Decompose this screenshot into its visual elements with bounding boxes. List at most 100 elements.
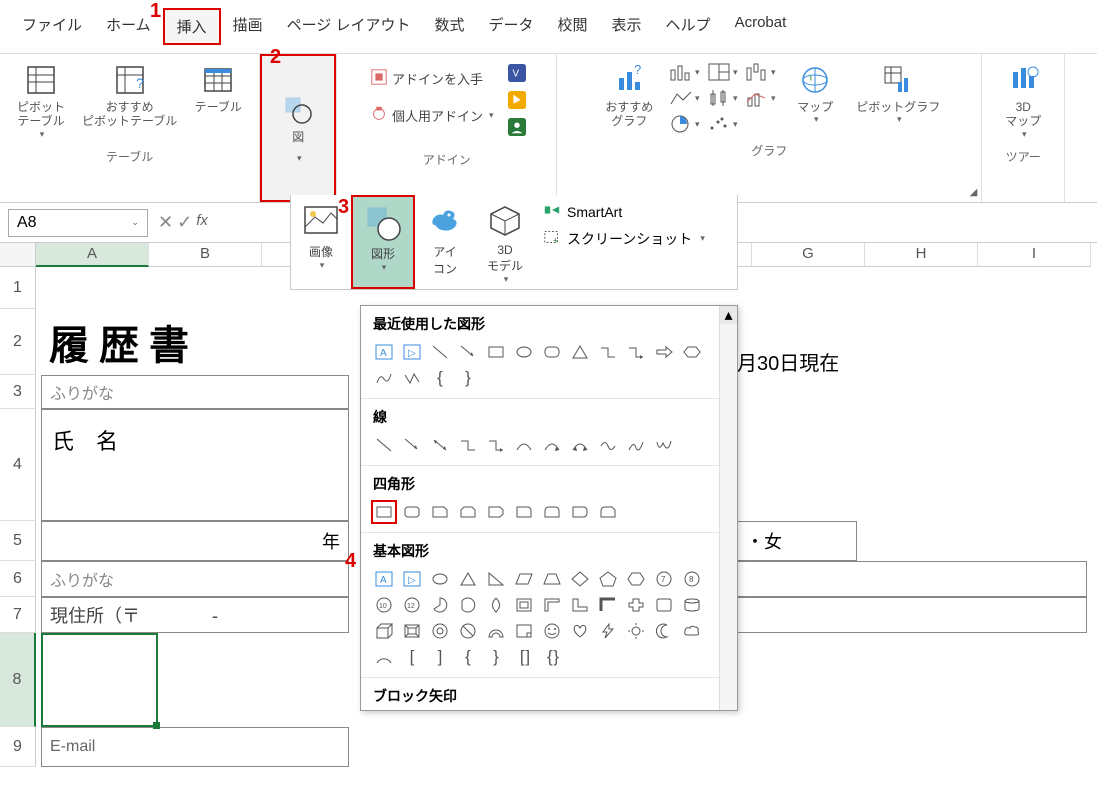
shape-hexagon[interactable]	[679, 340, 705, 364]
shape-b-cloud[interactable]	[679, 619, 705, 643]
shape-b-diag[interactable]	[595, 593, 621, 617]
line-chart-button[interactable]: ▾	[668, 86, 700, 110]
shape-b-tear[interactable]	[483, 593, 509, 617]
shape-line[interactable]	[427, 340, 453, 364]
shape-b-pie[interactable]	[427, 593, 453, 617]
shape-textbox-v[interactable]: ▷	[399, 340, 425, 364]
bing-icon[interactable]	[508, 91, 526, 114]
shape-snip3[interactable]	[483, 500, 509, 524]
shape-triangle[interactable]	[567, 340, 593, 364]
pie-chart-button[interactable]: ▾	[668, 112, 700, 136]
menu-review[interactable]: 校閲	[546, 8, 600, 45]
menu-data[interactable]: データ	[477, 8, 546, 45]
shape-elbow1[interactable]	[455, 433, 481, 457]
charts-dialog-launcher[interactable]: ◢	[970, 187, 978, 198]
menu-draw[interactable]: 描画	[221, 8, 275, 45]
shape-brace-l[interactable]: {	[427, 366, 453, 390]
shape-b-lightning[interactable]	[595, 619, 621, 643]
col-header-I[interactable]: I	[978, 243, 1091, 267]
shape-curve3[interactable]	[567, 433, 593, 457]
shape-b-blockarc[interactable]	[483, 619, 509, 643]
shape-b-dodecagon[interactable]: 12	[399, 593, 425, 617]
cell-year[interactable]: 年	[41, 521, 349, 561]
col-header-A[interactable]: A	[36, 243, 149, 267]
shape-connector2[interactable]	[623, 340, 649, 364]
smartart-button[interactable]: SmartArt	[543, 201, 705, 222]
fx-icon[interactable]: fx	[196, 212, 208, 233]
icons-button[interactable]: アイ コン	[415, 195, 475, 289]
shape-b-arc[interactable]	[371, 645, 397, 669]
pivot-table-button[interactable]: ピボット テーブル ▾	[6, 58, 76, 144]
shape-b-bracket-pair[interactable]: [ ]	[511, 645, 537, 669]
shape-b-plaque[interactable]	[651, 593, 677, 617]
cell-gender[interactable]: ・女	[737, 521, 857, 561]
treemap-button[interactable]: ▾	[706, 60, 738, 84]
shape-b-can[interactable]	[679, 593, 705, 617]
shape-b-textbox2[interactable]: ▷	[399, 567, 425, 591]
shape-b-diamond[interactable]	[567, 567, 593, 591]
shape-b-pentagon[interactable]	[595, 567, 621, 591]
menu-page-layout[interactable]: ページ レイアウト	[275, 8, 423, 45]
cancel-formula-button[interactable]: ✕	[158, 212, 173, 233]
shape-b-moon[interactable]	[651, 619, 677, 643]
chevron-down-icon[interactable]: ⌄	[131, 217, 139, 228]
shape-curve1[interactable]	[511, 433, 537, 457]
shape-scribble3[interactable]	[651, 433, 677, 457]
menu-acrobat[interactable]: Acrobat	[723, 8, 799, 45]
table-button[interactable]: テーブル	[183, 58, 253, 144]
row-header-9[interactable]: 9	[0, 727, 36, 767]
cell-blank-2[interactable]	[737, 597, 1087, 633]
shape-rect[interactable]	[483, 340, 509, 364]
shape-scribble2[interactable]	[623, 433, 649, 457]
row-header-6[interactable]: 6	[0, 561, 36, 597]
shape-round1[interactable]	[511, 500, 537, 524]
row-header-1[interactable]: 1	[0, 267, 36, 309]
shape-b-bracket-l[interactable]: [	[399, 645, 425, 669]
shape-b-decagon[interactable]: 10	[371, 593, 397, 617]
shape-b-trap[interactable]	[539, 567, 565, 591]
menu-formulas[interactable]: 数式	[422, 8, 476, 45]
stats-chart-button[interactable]: ▾	[706, 86, 738, 110]
select-all-corner[interactable]	[0, 243, 36, 267]
shape-b-oval[interactable]	[427, 567, 453, 591]
my-addins-button[interactable]: 個人用アドイン ▾	[366, 103, 498, 128]
shape-b-bevel[interactable]	[399, 619, 425, 643]
shape-b-bracket-r[interactable]: ]	[427, 645, 453, 669]
recommend-pivot-button[interactable]: ? おすすめ ピボットテーブル	[78, 58, 181, 144]
shape-round2[interactable]	[539, 500, 565, 524]
shape-oval[interactable]	[511, 340, 537, 364]
illustrations-button[interactable]: 図 ▾	[260, 54, 336, 202]
shape-round3[interactable]	[567, 500, 593, 524]
shape-arrow-line[interactable]	[455, 340, 481, 364]
shape-line3[interactable]	[427, 433, 453, 457]
shape-b-heptagon[interactable]: 7	[651, 567, 677, 591]
cell-email[interactable]: E-mail	[41, 727, 349, 767]
cell-furigana-2[interactable]: ふりがな	[41, 561, 349, 597]
shape-textbox[interactable]: A	[371, 340, 397, 364]
shape-b-donut[interactable]	[427, 619, 453, 643]
row-header-5[interactable]: 5	[0, 521, 36, 561]
shape-b-plus[interactable]	[623, 593, 649, 617]
column-chart-button[interactable]: ▾	[668, 60, 700, 84]
cell-name[interactable]: 氏 名	[41, 409, 349, 521]
shape-brace-r[interactable]: }	[455, 366, 481, 390]
shape-roundrect2[interactable]	[399, 500, 425, 524]
shape-snip2[interactable]	[455, 500, 481, 524]
shape-rightarrow[interactable]	[651, 340, 677, 364]
shape-b-halfframe[interactable]	[539, 593, 565, 617]
shape-freeform[interactable]	[371, 366, 397, 390]
row-header-8[interactable]: 8	[0, 633, 36, 727]
shape-b-brace-l[interactable]: {	[455, 645, 481, 669]
cell-blank-1[interactable]	[737, 561, 1087, 597]
get-addins-button[interactable]: アドインを入手	[366, 66, 498, 91]
shape-connector[interactable]	[595, 340, 621, 364]
col-header-H[interactable]: H	[865, 243, 978, 267]
col-header-B[interactable]: B	[149, 243, 262, 267]
pivot-chart-button[interactable]: ピボットグラフ ▾	[852, 58, 944, 138]
shape-b-noentry[interactable]	[455, 619, 481, 643]
shape-b-smile[interactable]	[539, 619, 565, 643]
combo-chart-button[interactable]: ▾	[744, 86, 776, 110]
shape-snip1[interactable]	[427, 500, 453, 524]
shape-line2[interactable]	[399, 433, 425, 457]
row-header-3[interactable]: 3	[0, 375, 36, 409]
